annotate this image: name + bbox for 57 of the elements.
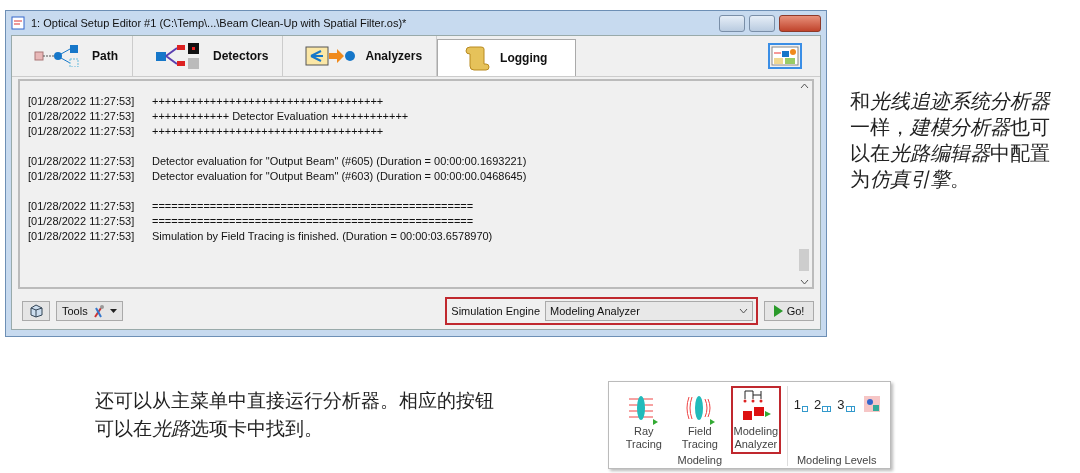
ribbon-button[interactable]: Modeling Analyzer	[730, 385, 781, 454]
tab[interactable]: Path	[12, 36, 133, 76]
log-message: Detector evaluation for "Output Beam" (#605) (Duration = 00:00:00.1693221)	[152, 154, 527, 167]
tools-button[interactable]: Tools	[56, 301, 123, 321]
group-label: Modeling	[677, 452, 723, 466]
close-button[interactable]	[779, 14, 821, 32]
level-settings-button[interactable]	[863, 395, 880, 412]
window-app-icon	[11, 16, 25, 30]
engine-label: Simulation Engine	[451, 305, 540, 317]
grid-icon	[802, 405, 809, 412]
log-message: Detector evaluation for "Output Beam" (#603) (Duration = 00:00:00.0468645)	[152, 169, 527, 182]
log-message: ==================================================	[152, 214, 474, 227]
scroll-down-icon	[799, 279, 809, 285]
chevron-down-icon	[739, 308, 748, 314]
minimize-button[interactable]	[719, 14, 745, 32]
play-icon	[773, 305, 783, 317]
log-message: ++++++++++++++++++++++++++++++++++++	[152, 124, 384, 137]
maximize-button[interactable]	[749, 14, 775, 32]
log-timestamp: [01/28/2022 11:27:53]	[28, 109, 136, 122]
grid-icon	[845, 405, 858, 412]
caret-icon	[109, 309, 117, 313]
setup-view-button[interactable]	[768, 43, 802, 69]
gears-icon	[863, 395, 880, 412]
log-timestamp: [01/28/2022 11:27:53]	[28, 169, 136, 182]
grid-icon	[822, 405, 832, 412]
description-paragraph: 还可以从主菜单中直接运行分析器。相应的按钮可以在光路选项卡中找到。	[95, 387, 495, 441]
tab[interactable]: Detectors	[133, 36, 284, 76]
description-paragraph: 和光线追迹系统分析器 一样，建模分析器也可以在光路编辑器中配置为仿真引擎。	[850, 88, 1052, 192]
log-timestamp: [01/28/2022 11:27:53]	[28, 124, 136, 137]
scroll-up-icon	[799, 83, 809, 89]
level-button[interactable]: 3	[837, 395, 858, 412]
level-button[interactable]: 1	[793, 395, 809, 412]
tab[interactable]: Logging	[437, 39, 577, 76]
tools-icon	[91, 304, 106, 318]
log-timestamp: [01/28/2022 11:27:53]	[28, 214, 136, 227]
ribbon-button[interactable]: Ray Tracing	[618, 385, 669, 454]
scroll-icon	[462, 44, 491, 72]
log-message: ++++++++++++++++++++++++++++++++++++	[152, 94, 384, 107]
engine-dropdown[interactable]: Modeling Analyzer	[545, 301, 753, 321]
log-timestamp: [01/28/2022 11:27:53]	[28, 229, 136, 242]
log-message: Simulation by Field Tracing is finished. (Duration = 00:00:03.6578970)	[152, 229, 493, 242]
analyzer-diagram-icon	[305, 45, 356, 67]
level-button[interactable]: 2	[814, 395, 832, 412]
window-title: 1: Optical Setup Editor #1 (C:\Temp\...\Beam Clean-Up with Spatial Filter.os)*	[30, 17, 408, 29]
ribbon-button[interactable]: Field Tracing	[674, 385, 725, 454]
log-message: ++++++++++++ Detector Evaluation ++++++++++++	[152, 109, 409, 122]
cube-icon	[28, 304, 44, 318]
log-timestamp: [01/28/2022 11:27:53]	[28, 94, 136, 107]
log-timestamp: [01/28/2022 11:27:53]	[28, 199, 136, 212]
go-button[interactable]: Go!	[764, 301, 814, 321]
path-diagram-icon	[34, 45, 82, 67]
log-message: ==================================================	[152, 199, 474, 212]
3d-view-button[interactable]	[22, 301, 50, 321]
group-label: Modeling Levels	[796, 452, 877, 466]
tab[interactable]: Analyzers	[283, 36, 438, 76]
log-timestamp: [01/28/2022 11:27:53]	[28, 154, 136, 167]
scrollbar-thumb[interactable]	[799, 249, 809, 271]
